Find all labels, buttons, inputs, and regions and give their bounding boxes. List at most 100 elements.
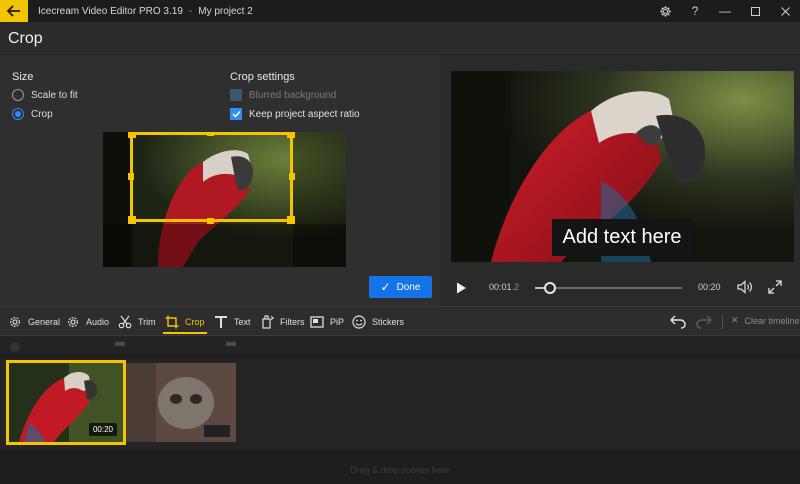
seek-handle[interactable]: [543, 282, 556, 294]
crop-handle-bottom[interactable]: [207, 218, 214, 224]
back-button[interactable]: [0, 0, 28, 22]
end-time: 00:20: [698, 282, 721, 292]
player-controls: 00:01.2 00:20: [440, 275, 800, 301]
playhead-icon[interactable]: [10, 342, 20, 352]
tool-audio[interactable]: Audio: [66, 307, 109, 336]
done-label: Done: [396, 281, 421, 293]
tool-audio-label: Audio: [86, 316, 110, 327]
tool-filters-label: Filters: [280, 316, 305, 327]
tool-pip-label: PiP: [330, 316, 345, 327]
play-icon[interactable]: [454, 281, 468, 295]
video-track: 00:20: [0, 358, 800, 450]
edit-toolbar: General Audio Trim Crop Text Filters PiP…: [0, 306, 800, 336]
checkmark-icon: ✓: [380, 280, 391, 294]
crop-settings-heading: Crop settings: [230, 71, 295, 83]
crop-label: Crop: [31, 108, 53, 120]
crop-radio[interactable]: Crop: [12, 108, 53, 120]
tool-general[interactable]: General: [8, 307, 60, 336]
title-bar: Icecream Video Editor PRO 3.19- My projec…: [0, 0, 800, 22]
crop-handle-top-left[interactable]: [128, 132, 136, 138]
dropzone[interactable]: Drag & drop scenes here: [0, 460, 800, 480]
keep-aspect-ratio-label: Keep project aspect ratio: [249, 108, 360, 120]
blurred-background-checkbox[interactable]: Blurred background: [230, 89, 336, 101]
crop-handle-left[interactable]: [128, 173, 134, 180]
crop-handle-top-right[interactable]: [287, 132, 295, 138]
crop-handle-bottom-right[interactable]: [287, 216, 295, 224]
tool-crop[interactable]: Crop: [163, 307, 207, 336]
radio-unselected-icon: [12, 89, 24, 101]
filters-icon: [262, 314, 274, 329]
clip-duration: 00:20: [88, 423, 117, 436]
help-button[interactable]: ?: [680, 0, 710, 22]
gear-icon: [68, 316, 78, 327]
tool-text-label: Text: [234, 316, 251, 327]
toolbar-divider: [722, 315, 723, 329]
crop-handle-top[interactable]: [207, 132, 214, 136]
tool-stickers-label: Stickers: [372, 316, 405, 327]
timeline-clip[interactable]: [126, 363, 236, 442]
pip-icon: [310, 315, 324, 328]
tool-trim-label: Trim: [138, 316, 156, 327]
volume-icon[interactable]: [737, 280, 753, 294]
close-icon: ✕: [731, 315, 739, 325]
checkbox-checked-icon: [230, 108, 242, 120]
timeline-clip[interactable]: 00:20: [6, 360, 126, 445]
sticker-icon: [352, 314, 366, 329]
current-time-fraction: .2: [511, 282, 520, 292]
close-button[interactable]: [770, 0, 800, 22]
text-overlay[interactable]: Add text here: [552, 219, 692, 256]
maximize-icon: [750, 6, 760, 16]
size-heading: Size: [12, 71, 34, 83]
crop-handle-right[interactable]: [289, 173, 295, 180]
page-title: Crop: [8, 30, 43, 47]
crop-frame[interactable]: [128, 132, 295, 224]
window-title: Icecream Video Editor PRO 3.19- My projec…: [38, 6, 253, 17]
tool-filters[interactable]: Filters: [260, 307, 305, 336]
fullscreen-icon[interactable]: [768, 280, 782, 294]
clear-timeline-button[interactable]: ✕ Clear timeline: [731, 315, 800, 326]
tool-trim[interactable]: Trim: [118, 307, 156, 336]
page-header: Crop: [0, 22, 800, 54]
video-frame: Add text here: [451, 71, 794, 262]
crop-preview: [103, 132, 346, 267]
redo-icon[interactable]: [696, 315, 712, 329]
current-time: 00:01.2: [489, 282, 519, 292]
settings-button[interactable]: [650, 0, 680, 22]
tool-text[interactable]: Text: [214, 307, 251, 336]
ruler-mark: ▄▄: [226, 339, 236, 346]
app-name: Icecream Video Editor PRO 3.19: [38, 5, 183, 17]
scale-to-fit-radio[interactable]: Scale to fit: [12, 89, 78, 101]
tool-stickers[interactable]: Stickers: [352, 307, 404, 336]
crop-icon: [165, 315, 179, 328]
keep-aspect-ratio-checkbox[interactable]: Keep project aspect ratio: [230, 108, 360, 120]
current-time-main: 00:01: [489, 282, 512, 292]
minimize-button[interactable]: —: [710, 0, 740, 22]
text-icon: [215, 315, 227, 328]
checkbox-unchecked-icon: [230, 89, 242, 101]
title-separator: -: [188, 5, 193, 17]
crop-settings-panel: Size Scale to fit Crop Crop settings Blu…: [0, 55, 440, 306]
close-icon: [780, 6, 790, 16]
video-preview-panel: Add text here 00:01.2 00:20: [440, 55, 800, 306]
tool-crop-label: Crop: [185, 316, 205, 327]
radio-selected-icon: [12, 108, 24, 120]
gear-icon: [10, 316, 20, 327]
timeline-ruler: ▄▄ ▄▄: [0, 336, 800, 354]
help-icon: ?: [691, 4, 699, 18]
tool-general-label: General: [28, 316, 61, 327]
blurred-background-label: Blurred background: [249, 89, 337, 101]
minimize-icon: —: [719, 4, 731, 18]
crop-handle-bottom-left[interactable]: [128, 216, 136, 224]
project-name: My project 2: [198, 5, 253, 17]
timeline: ▄▄ ▄▄ 00:20 Drag & drop scenes here: [0, 336, 800, 484]
maximize-button[interactable]: [740, 0, 770, 22]
tool-pip[interactable]: PiP: [310, 307, 344, 336]
done-button[interactable]: ✓ Done: [369, 276, 432, 298]
seek-bar[interactable]: [535, 282, 682, 294]
undo-icon[interactable]: [670, 315, 686, 329]
gear-icon: [659, 5, 671, 17]
clip-thumbnail: [126, 363, 236, 442]
scissors-icon: [118, 315, 132, 328]
back-arrow-icon: [7, 5, 20, 17]
scale-to-fit-label: Scale to fit: [31, 89, 78, 101]
